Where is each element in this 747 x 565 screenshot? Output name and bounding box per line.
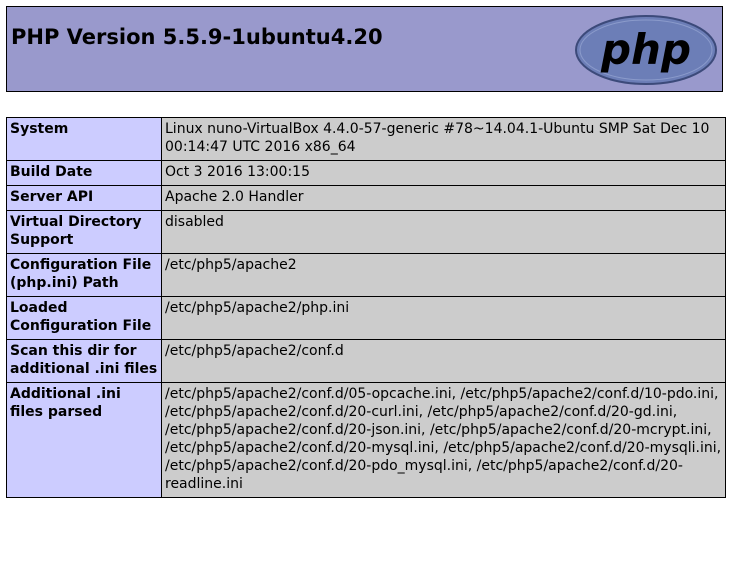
table-row: Build Date Oct 3 2016 13:00:15 [6, 160, 726, 186]
row-value: /etc/php5/apache2 [161, 253, 726, 297]
row-key: Virtual Directory Support [6, 210, 162, 254]
table-row: Server API Apache 2.0 Handler [6, 185, 726, 211]
row-value: Oct 3 2016 13:00:15 [161, 160, 726, 186]
table-row: System Linux nuno-VirtualBox 4.4.0-57-ge… [6, 117, 726, 161]
row-value: /etc/php5/apache2/php.ini [161, 296, 726, 340]
row-key: Loaded Configuration File [6, 296, 162, 340]
table-row: Scan this dir for additional .ini files … [6, 339, 726, 383]
row-key: Additional .ini files parsed [6, 382, 162, 498]
row-value: /etc/php5/apache2/conf.d/05-opcache.ini,… [161, 382, 726, 498]
php-logo[interactable]: php [574, 14, 718, 86]
php-version-header: PHP Version 5.5.9-1ubuntu4.20 php [6, 6, 723, 92]
table-row: Additional .ini files parsed /etc/php5/a… [6, 382, 726, 498]
row-key: Server API [6, 185, 162, 211]
row-value: Linux nuno-VirtualBox 4.4.0-57-generic #… [161, 117, 726, 161]
row-value: disabled [161, 210, 726, 254]
table-row: Virtual Directory Support disabled [6, 210, 726, 254]
page-title: PHP Version 5.5.9-1ubuntu4.20 [11, 25, 383, 49]
row-value: Apache 2.0 Handler [161, 185, 726, 211]
row-key: Scan this dir for additional .ini files [6, 339, 162, 383]
table-row: Loaded Configuration File /etc/php5/apac… [6, 296, 726, 340]
php-info-table: System Linux nuno-VirtualBox 4.4.0-57-ge… [6, 117, 726, 498]
php-logo-text: php [600, 25, 691, 74]
row-key: System [6, 117, 162, 161]
row-key: Configuration File (php.ini) Path [6, 253, 162, 297]
row-key: Build Date [6, 160, 162, 186]
table-row: Configuration File (php.ini) Path /etc/p… [6, 253, 726, 297]
row-value: /etc/php5/apache2/conf.d [161, 339, 726, 383]
